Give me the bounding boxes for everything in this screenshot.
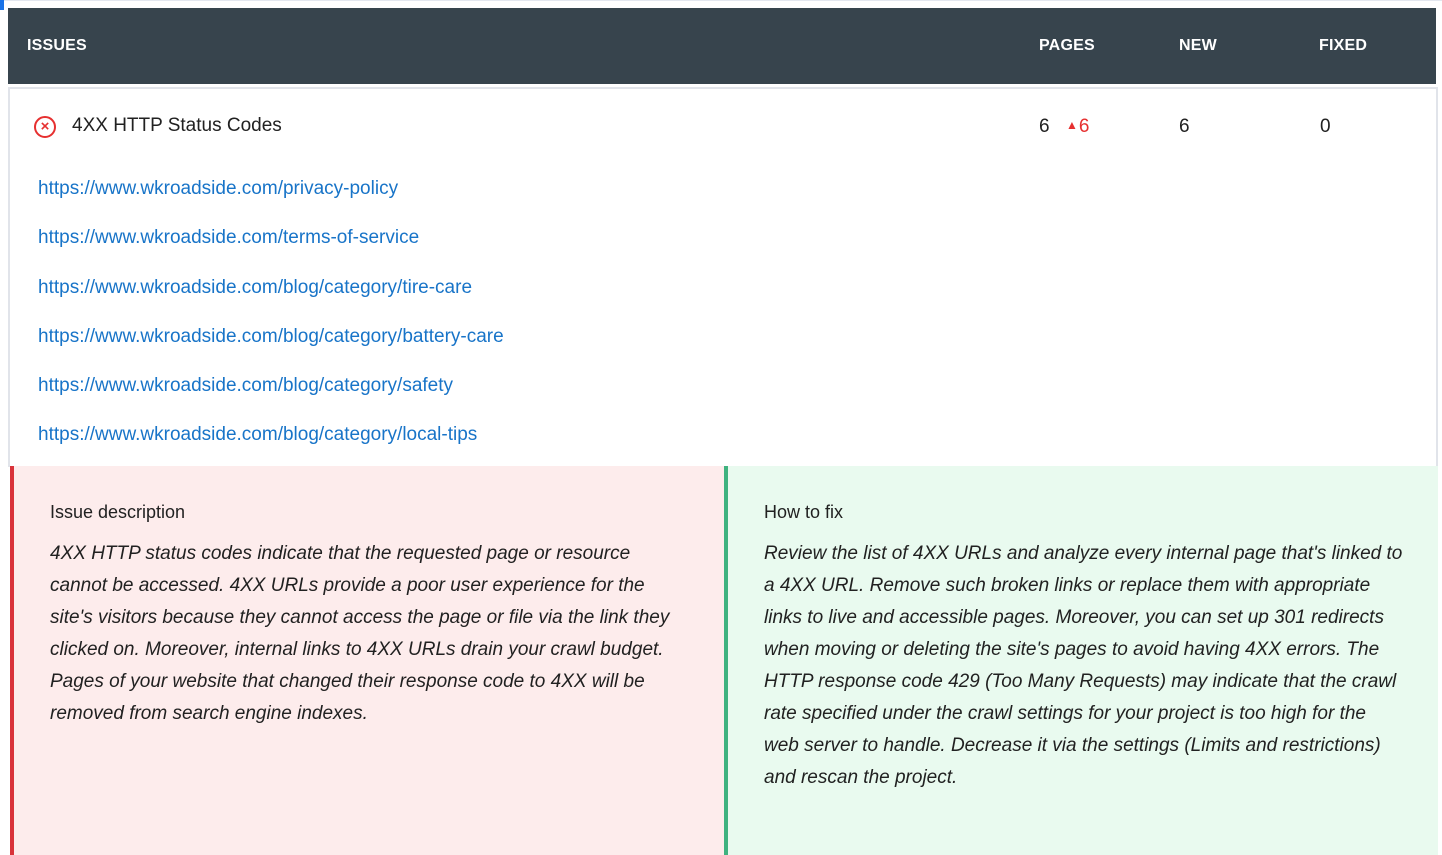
url-link[interactable]: https://www.wkroadside.com/blog/category… [38, 375, 453, 397]
header-new[interactable]: NEW [1179, 8, 1217, 84]
table-header: ISSUES PAGES NEW FIXED [8, 8, 1436, 84]
issue-pages-delta-value: 6 [1078, 116, 1090, 137]
header-issues[interactable]: ISSUES [27, 8, 87, 84]
url-link[interactable]: https://www.wkroadside.com/blog/category… [38, 424, 477, 446]
issue-description-text: 4XX HTTP status codes indicate that the … [50, 543, 670, 724]
issue-pages-delta: ▲6 [1066, 116, 1089, 138]
issue-title[interactable]: 4XX HTTP Status Codes [72, 115, 282, 137]
issue-description-heading: Issue description [50, 502, 186, 522]
left-accent-bar [0, 0, 4, 10]
error-x-circle-icon: × [34, 116, 56, 138]
issue-new-count: 6 [1179, 116, 1190, 137]
list-item: https://www.wkroadside.com/privacy-polic… [10, 165, 1436, 214]
list-item: https://www.wkroadside.com/blog/category… [10, 411, 1436, 460]
url-list: https://www.wkroadside.com/privacy-polic… [10, 165, 1436, 461]
header-fixed[interactable]: FIXED [1319, 8, 1367, 84]
how-to-fix-heading: How to fix [764, 502, 844, 522]
how-to-fix-text: Review the list of 4XX URLs and analyze … [764, 543, 1403, 788]
list-item: https://www.wkroadside.com/blog/category… [10, 264, 1436, 313]
url-link[interactable]: https://www.wkroadside.com/blog/category… [38, 326, 504, 348]
header-pages[interactable]: PAGES [1039, 8, 1095, 84]
list-item: https://www.wkroadside.com/blog/category… [10, 362, 1436, 411]
url-link[interactable]: https://www.wkroadside.com/terms-of-serv… [38, 227, 419, 249]
top-divider [4, 0, 1442, 1]
issues-report: ISSUES PAGES NEW FIXED × 4XX HTTP Status… [0, 0, 1442, 855]
issue-pages-count: 6 [1039, 116, 1050, 137]
list-item: https://www.wkroadside.com/terms-of-serv… [10, 214, 1436, 263]
issue-fixed-count: 0 [1320, 116, 1331, 137]
issue-row[interactable]: × 4XX HTTP Status Codes 6 ▲6 6 0 [10, 89, 1436, 165]
issue-block: × 4XX HTTP Status Codes 6 ▲6 6 0 https:/… [8, 87, 1438, 467]
triangle-up-icon: ▲ [1066, 118, 1078, 132]
how-to-fix-panel: How to fix Review the list of 4XX URLs a… [724, 466, 1438, 855]
list-item: https://www.wkroadside.com/blog/category… [10, 313, 1436, 362]
issue-description-panel: Issue description 4XX HTTP status codes … [10, 466, 726, 855]
url-link[interactable]: https://www.wkroadside.com/privacy-polic… [38, 178, 398, 200]
url-link[interactable]: https://www.wkroadside.com/blog/category… [38, 277, 472, 299]
